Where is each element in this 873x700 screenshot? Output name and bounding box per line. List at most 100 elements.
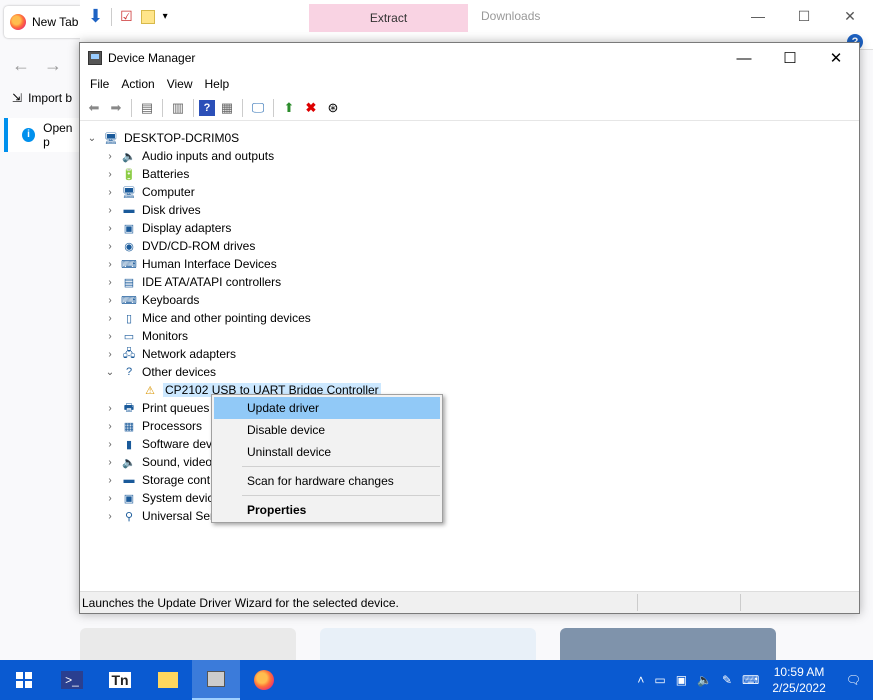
tree-category[interactable]: › ▣ Display adapters (80, 219, 859, 237)
file-explorer-app[interactable] (144, 660, 192, 700)
tree-category[interactable]: › ▤ IDE ATA/ATAPI controllers (80, 273, 859, 291)
tree-category[interactable]: › ⚲ Universal Ser (80, 507, 859, 525)
tree-category[interactable]: › ▮ Software dev (80, 435, 859, 453)
scan-hardware-icon[interactable]: 🖵 (248, 98, 268, 118)
tree-category[interactable]: › ▬ Storage cont (80, 471, 859, 489)
tree-category[interactable]: › 🔈 Sound, video (80, 453, 859, 471)
chevron-right-icon[interactable]: › (104, 457, 116, 468)
chevron-right-icon[interactable]: › (104, 169, 116, 180)
menu-action[interactable]: Action (115, 77, 160, 91)
device-manager-app[interactable] (192, 660, 240, 700)
tree-category[interactable]: › 🔈 Audio inputs and outputs (80, 147, 859, 165)
chevron-right-icon[interactable]: › (104, 259, 116, 270)
chevron-right-icon[interactable]: › (104, 403, 116, 414)
dropdown-icon[interactable]: ▾ (163, 11, 168, 22)
typora-app[interactable]: Tn (96, 660, 144, 700)
tree-category[interactable]: › ▭ Monitors (80, 327, 859, 345)
chevron-right-icon[interactable]: › (104, 151, 116, 162)
chevron-right-icon[interactable]: › (104, 493, 116, 504)
folder-icon[interactable] (140, 9, 155, 24)
down-arrow-icon[interactable]: ⬇ (88, 6, 103, 27)
notification-icon[interactable]: 🗨 (834, 673, 873, 687)
tree-category[interactable]: › ⌨ Keyboards (80, 291, 859, 309)
minimize-button[interactable]: — (721, 43, 767, 73)
menu-update-driver[interactable]: Update driver (214, 397, 440, 419)
power-icon[interactable]: ▭ (649, 673, 670, 687)
firefox-app[interactable] (240, 660, 288, 700)
chevron-right-icon[interactable]: › (104, 331, 116, 342)
update-driver-icon[interactable]: ⬆ (279, 98, 299, 118)
firefox-tab[interactable]: New Tab (4, 6, 84, 38)
start-button[interactable] (0, 660, 48, 700)
nav-arrows[interactable]: ←→ (12, 55, 76, 76)
chevron-right-icon[interactable]: › (104, 223, 116, 234)
pen-icon[interactable]: ✎ (717, 673, 737, 687)
chevron-right-icon[interactable]: › (104, 313, 116, 324)
device-cp2102[interactable]: ⚠ CP2102 USB to UART Bridge Controller (80, 381, 859, 399)
close-icon[interactable]: ✕ (827, 0, 873, 32)
chevron-right-icon[interactable]: › (104, 349, 116, 360)
card-1[interactable] (80, 628, 296, 660)
powershell-app[interactable]: >_ (48, 660, 96, 700)
maximize-icon[interactable]: ☐ (781, 0, 827, 32)
system-tray: ˄ ▭ ▣ 🔈 ✎ ⌨ 10:59 AM 2/25/2022 🗨 (632, 660, 873, 700)
tree-category[interactable]: › ▬ Disk drives (80, 201, 859, 219)
usb-icon: ⚲ (124, 510, 134, 523)
menu-help[interactable]: Help (199, 77, 236, 91)
chevron-right-icon[interactable]: › (104, 511, 116, 522)
keyboard-icon[interactable]: ⌨ (737, 673, 764, 687)
volume-icon[interactable]: 🔈 (692, 673, 717, 687)
uninstall-icon[interactable]: ✖ (301, 98, 321, 118)
network-icon[interactable]: ▣ (671, 673, 692, 687)
chevron-down-icon[interactable]: ⌄ (104, 367, 116, 378)
tree-category[interactable]: › 🖧 Network adapters (80, 345, 859, 363)
import-icon: ⇲ (12, 91, 23, 105)
card-3[interactable] (560, 628, 776, 660)
menu-file[interactable]: File (84, 77, 115, 91)
maximize-button[interactable]: ☐ (767, 43, 813, 73)
chevron-right-icon[interactable]: › (104, 241, 116, 252)
tree-category[interactable]: › ▣ System devic (80, 489, 859, 507)
tree-category[interactable]: › ▯ Mice and other pointing devices (80, 309, 859, 327)
properties-icon[interactable]: ☑ (120, 8, 133, 25)
card-2[interactable] (320, 628, 536, 660)
chevron-right-icon[interactable]: › (104, 295, 116, 306)
tree-category[interactable]: ⌄? Other devices (80, 363, 859, 381)
forward-icon[interactable]: ➡ (106, 98, 126, 118)
minimize-icon[interactable]: — (735, 0, 781, 32)
chevron-down-icon[interactable]: ⌄ (86, 133, 98, 144)
tree-root[interactable]: ⌄ 🖥 DESKTOP-DCRIM0S (80, 129, 859, 147)
tree-category[interactable]: › ◉ DVD/CD-ROM drives (80, 237, 859, 255)
info-icon: i (22, 128, 36, 142)
device-manager-window: Device Manager — ☐ ✕ File Action View He… (79, 42, 860, 614)
tree-category[interactable]: › 🔋 Batteries (80, 165, 859, 183)
menu-view[interactable]: View (161, 77, 199, 91)
close-button[interactable]: ✕ (813, 43, 859, 73)
help-icon[interactable]: ? (199, 99, 215, 116)
tree-category[interactable]: › ▦ Processors (80, 417, 859, 435)
chevron-right-icon[interactable]: › (104, 205, 116, 216)
tree-category[interactable]: › 🖥 Computer (80, 183, 859, 201)
chevron-right-icon[interactable]: › (104, 475, 116, 486)
chevron-right-icon[interactable]: › (104, 277, 116, 288)
menu-uninstall-device[interactable]: Uninstall device (214, 441, 440, 463)
extract-tab[interactable]: Extract (309, 4, 468, 32)
explorer-title: Downloads (481, 9, 541, 23)
view-icon[interactable]: ▦ (217, 98, 237, 118)
tree-category[interactable]: › ⌨ Human Interface Devices (80, 255, 859, 273)
chevron-up-icon[interactable]: ˄ (632, 673, 649, 687)
chevron-right-icon[interactable]: › (104, 421, 116, 432)
menu-properties[interactable]: Properties (214, 499, 440, 521)
back-icon[interactable]: ⬅ (84, 98, 104, 118)
clock[interactable]: 10:59 AM 2/25/2022 (764, 664, 833, 696)
chevron-right-icon[interactable]: › (104, 187, 116, 198)
chevron-right-icon[interactable]: › (104, 439, 116, 450)
tree-category[interactable]: › 🖶 Print queues (80, 399, 859, 417)
menu-disable-device[interactable]: Disable device (214, 419, 440, 441)
category-label: Other devices (142, 365, 217, 379)
import-bookmarks[interactable]: ⇲ Import b (12, 91, 72, 105)
show-hide-tree-icon[interactable]: ▤ (137, 98, 157, 118)
disable-icon[interactable]: ⊛ (323, 98, 343, 118)
properties-icon[interactable]: ▥ (168, 98, 188, 118)
menu-scan-hardware[interactable]: Scan for hardware changes (214, 470, 440, 492)
